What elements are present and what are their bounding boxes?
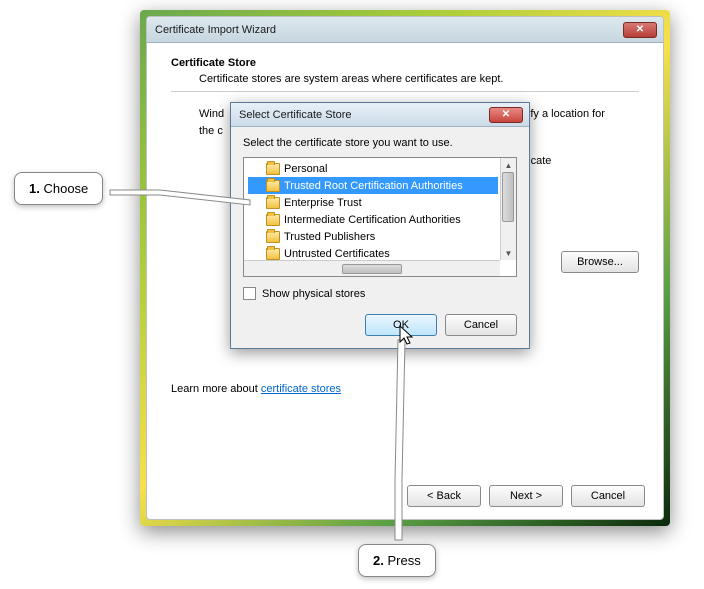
- folder-icon: [266, 231, 280, 243]
- tree-item-label: Personal: [284, 163, 327, 175]
- folder-icon: [266, 197, 280, 209]
- dialog-prompt: Select the certificate store you want to…: [243, 137, 517, 149]
- annotation-press: 2. Press: [358, 544, 436, 577]
- wizard-titlebar[interactable]: Certificate Import Wizard ✕: [147, 17, 663, 43]
- section-heading: Certificate Store: [171, 57, 639, 69]
- close-icon: ✕: [502, 109, 510, 120]
- annotation-choose: 1. Choose: [14, 172, 103, 205]
- learn-more-line: Learn more about certificate stores: [171, 383, 341, 395]
- tree-item-label: Enterprise Trust: [284, 197, 362, 209]
- dialog-close-button[interactable]: ✕: [489, 107, 523, 123]
- next-button[interactable]: Next >: [489, 485, 563, 507]
- dialog-buttons: OK Cancel: [243, 314, 517, 336]
- certificate-store-tree[interactable]: Personal Trusted Root Certification Autho…: [243, 157, 517, 277]
- tree-item-label: Trusted Root Certification Authorities: [284, 180, 463, 192]
- wizard-title: Certificate Import Wizard: [155, 24, 276, 36]
- dialog-cancel-button[interactable]: Cancel: [445, 314, 517, 336]
- section-subheading: Certificate stores are system areas wher…: [199, 73, 639, 85]
- select-certificate-store-dialog: Select Certificate Store ✕ Select the ce…: [230, 102, 530, 349]
- dialog-body: Select the certificate store you want to…: [231, 127, 529, 348]
- certificate-stores-link[interactable]: certificate stores: [261, 383, 341, 395]
- tree-item-label: Untrusted Certificates: [284, 248, 390, 260]
- separator: [171, 91, 639, 92]
- scroll-up-arrow-icon[interactable]: ▲: [501, 158, 516, 172]
- hscroll-thumb[interactable]: [342, 264, 402, 274]
- close-button[interactable]: ✕: [623, 22, 657, 38]
- tree-item-label: Intermediate Certification Authorities: [284, 214, 461, 226]
- tree-item[interactable]: Trusted Root Certification Authorities: [248, 177, 498, 194]
- tree-item[interactable]: Enterprise Trust: [248, 194, 498, 211]
- folder-icon: [266, 214, 280, 226]
- wizard-cancel-button[interactable]: Cancel: [571, 485, 645, 507]
- dialog-titlebar[interactable]: Select Certificate Store ✕: [231, 103, 529, 127]
- folder-icon: [266, 163, 280, 175]
- tree-item[interactable]: Trusted Publishers: [248, 228, 498, 245]
- scroll-thumb[interactable]: [502, 172, 514, 222]
- show-physical-checkbox[interactable]: [243, 287, 256, 300]
- show-physical-label: Show physical stores: [262, 288, 365, 300]
- tree-item-label: Trusted Publishers: [284, 231, 375, 243]
- horizontal-scrollbar[interactable]: [244, 260, 500, 276]
- close-icon: ✕: [636, 24, 644, 35]
- folder-icon: [266, 248, 280, 260]
- back-button[interactable]: < Back: [407, 485, 481, 507]
- folder-icon: [266, 180, 280, 192]
- browse-button[interactable]: Browse...: [561, 251, 639, 273]
- dialog-title: Select Certificate Store: [239, 109, 352, 121]
- tree-item[interactable]: Personal: [248, 160, 498, 177]
- ok-button[interactable]: OK: [365, 314, 437, 336]
- show-physical-row: Show physical stores: [243, 287, 517, 300]
- wizard-footer: < Back Next > Cancel: [407, 485, 645, 507]
- tree-item[interactable]: Intermediate Certification Authorities: [248, 211, 498, 228]
- vertical-scrollbar[interactable]: ▲ ▼: [500, 158, 516, 260]
- scroll-down-arrow-icon[interactable]: ▼: [501, 246, 516, 260]
